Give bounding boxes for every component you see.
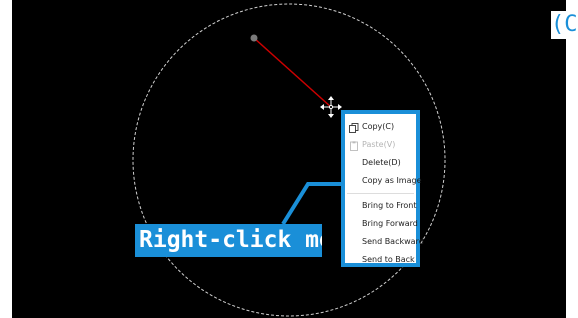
context-menu: Copy(C) Paste(V) Delete(D) Copy as Image… <box>341 110 424 269</box>
menu-item-label: Delete(D) <box>362 158 401 167</box>
menu-item-label: Send to Back <box>362 255 415 264</box>
menu-item-label: Paste(V) <box>362 140 396 149</box>
menu-item-label: Copy(C) <box>362 122 395 131</box>
line-shape[interactable] <box>253 37 332 108</box>
menu-item-paste[interactable]: Paste(V) <box>345 136 416 154</box>
paste-icon <box>349 140 359 151</box>
menu-item-label: Send Backward <box>362 237 424 246</box>
callout-connector <box>281 182 341 226</box>
copy-icon <box>349 122 359 133</box>
menu-item-delete[interactable]: Delete(D) <box>345 154 416 172</box>
menu-item-label: Bring to Front <box>362 201 417 210</box>
menu-item-label: Copy as Image <box>362 176 422 185</box>
menu-item-label: Bring Forward <box>362 219 418 228</box>
panel-label-badge: (C) <box>551 11 578 39</box>
menu-item-copy[interactable]: Copy(C) <box>345 118 416 136</box>
menu-item-send-to-back[interactable]: Send to Back <box>345 251 416 269</box>
callout-label: Right-click menu <box>135 224 322 257</box>
menu-item-copy-as-image[interactable]: Copy as Image <box>345 172 422 190</box>
menu-item-bring-forward[interactable]: Bring Forward <box>345 215 418 233</box>
line-start-handle[interactable] <box>250 34 258 42</box>
menu-separator <box>347 193 414 194</box>
menu-item-send-backward[interactable]: Send Backward <box>345 233 424 251</box>
canvas-overlay <box>132 3 446 317</box>
menu-item-bring-to-front[interactable]: Bring to Front <box>345 197 417 215</box>
